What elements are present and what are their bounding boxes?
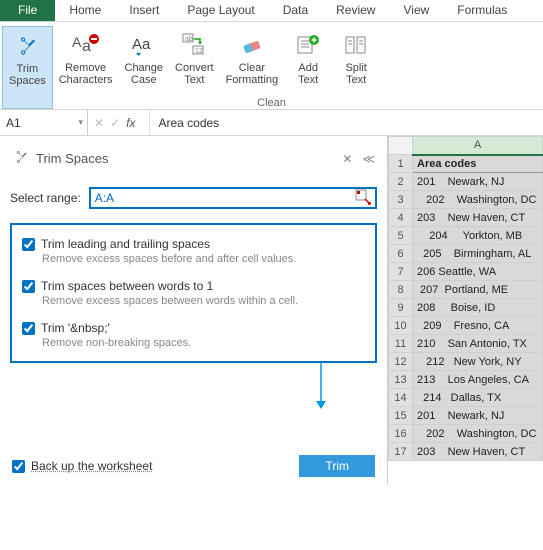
chevron-right-icon[interactable]: ≪	[362, 152, 375, 166]
row-header[interactable]: 15	[389, 407, 413, 425]
cell[interactable]: 210 San Antonio, TX	[413, 335, 543, 353]
svg-text:ab: ab	[185, 36, 193, 43]
convert-text-icon: ab12	[178, 30, 210, 60]
split-text-icon	[340, 30, 372, 60]
svg-text:Aa: Aa	[132, 36, 151, 53]
backup-checkbox[interactable]	[12, 460, 25, 473]
opt-nbsp-desc: Remove non-breaking spaces.	[42, 337, 365, 349]
annotation-arrow	[10, 363, 377, 409]
ribbon-toolbar: Trim Spaces Aa Remove Characters Aa Chan…	[0, 22, 543, 110]
row-header[interactable]: 13	[389, 371, 413, 389]
opt-nbsp-label: Trim '&nbsp;'	[41, 321, 110, 335]
row-header[interactable]: 7	[389, 263, 413, 281]
cell[interactable]: 203 New Haven, CT	[413, 443, 543, 461]
worksheet-grid[interactable]: A 1 Area codes 2201 Newark, NJ3 202 Wash…	[387, 136, 543, 485]
opt-between-words-desc: Remove excess spaces between words withi…	[42, 295, 365, 307]
change-case-icon: Aa	[128, 30, 160, 60]
tab-review[interactable]: Review	[322, 0, 389, 21]
opt-leading-trailing-checkbox[interactable]	[22, 238, 35, 251]
row-header[interactable]: 4	[389, 209, 413, 227]
select-all-corner[interactable]	[389, 137, 413, 155]
cell[interactable]: 207 Portland, ME	[413, 281, 543, 299]
opt-between-words-label: Trim spaces between words to 1	[41, 279, 213, 293]
fx-accept-icon[interactable]: ✓	[110, 116, 120, 130]
cell-a1[interactable]: Area codes	[413, 155, 543, 173]
name-box[interactable]: A1	[0, 110, 88, 135]
add-text-icon	[292, 30, 324, 60]
ribbon-tabs: File Home Insert Page Layout Data Review…	[0, 0, 543, 22]
tab-page-layout[interactable]: Page Layout	[173, 0, 268, 21]
opt-between-words-checkbox[interactable]	[22, 280, 35, 293]
svg-text:A: A	[72, 34, 82, 50]
row-header[interactable]: 12	[389, 353, 413, 371]
row-header[interactable]: 6	[389, 245, 413, 263]
pane-title: Trim Spaces	[36, 151, 108, 166]
cell[interactable]: 213 Los Angeles, CA	[413, 371, 543, 389]
tab-data[interactable]: Data	[269, 0, 322, 21]
cell[interactable]: 205 Birmingham, AL	[413, 245, 543, 263]
range-input[interactable]	[91, 191, 355, 205]
cell[interactable]: 202 Washington, DC	[413, 191, 543, 209]
cell[interactable]: 206 Seattle, WA	[413, 263, 543, 281]
cell[interactable]: 201 Newark, NJ	[413, 407, 543, 425]
cell[interactable]: 208 Boise, ID	[413, 299, 543, 317]
row-header[interactable]: 10	[389, 317, 413, 335]
scissors-icon	[11, 31, 43, 61]
scissors-icon	[12, 148, 30, 169]
opt-leading-trailing-label: Trim leading and trailing spaces	[41, 237, 210, 251]
row-header[interactable]: 1	[389, 155, 413, 173]
cell[interactable]: 209 Fresno, CA	[413, 317, 543, 335]
cell[interactable]: 212 New York, NY	[413, 353, 543, 371]
tab-formulas[interactable]: Formulas	[443, 0, 521, 21]
col-header-a[interactable]: A	[413, 137, 543, 155]
cell[interactable]: 203 New Haven, CT	[413, 209, 543, 227]
trim-spaces-pane: Trim Spaces ✕ ≪ Select range: Trim leadi…	[0, 136, 387, 485]
select-range-label: Select range:	[10, 191, 81, 205]
remove-chars-icon: Aa	[70, 30, 102, 60]
row-header[interactable]: 8	[389, 281, 413, 299]
fx-cancel-icon[interactable]: ✕	[94, 116, 104, 130]
row-header[interactable]: 17	[389, 443, 413, 461]
opt-nbsp-checkbox[interactable]	[22, 322, 35, 335]
row-header[interactable]: 16	[389, 425, 413, 443]
options-box: Trim leading and trailing spaces Remove …	[10, 223, 377, 363]
tab-home[interactable]: Home	[55, 0, 115, 21]
backup-label: Back up the worksheet	[31, 459, 152, 473]
formula-bar-value[interactable]: Area codes	[149, 110, 543, 135]
range-input-wrap	[89, 187, 377, 209]
eraser-icon	[236, 30, 268, 60]
trim-button[interactable]: Trim	[299, 455, 375, 477]
cell[interactable]: 202 Washington, DC	[413, 425, 543, 443]
row-header[interactable]: 3	[389, 191, 413, 209]
tab-file[interactable]: File	[0, 0, 55, 21]
row-header[interactable]: 2	[389, 173, 413, 191]
close-icon[interactable]: ✕	[342, 152, 352, 166]
row-header[interactable]: 14	[389, 389, 413, 407]
tab-view[interactable]: View	[389, 0, 443, 21]
cell[interactable]: 201 Newark, NJ	[413, 173, 543, 191]
formula-bar: A1 ✕ ✓ fx Area codes	[0, 110, 543, 136]
row-header[interactable]: 11	[389, 335, 413, 353]
range-picker-icon[interactable]	[355, 189, 373, 207]
row-header[interactable]: 9	[389, 299, 413, 317]
svg-text:12: 12	[195, 48, 203, 55]
tab-insert[interactable]: Insert	[115, 0, 173, 21]
cell[interactable]: 214 Dallas, TX	[413, 389, 543, 407]
ribbon-group-label: Clean	[2, 97, 541, 109]
row-header[interactable]: 5	[389, 227, 413, 245]
cell[interactable]: 204 Yorkton, MB	[413, 227, 543, 245]
fx-icon[interactable]: fx	[126, 116, 135, 130]
opt-leading-trailing-desc: Remove excess spaces before and after ce…	[42, 253, 365, 265]
